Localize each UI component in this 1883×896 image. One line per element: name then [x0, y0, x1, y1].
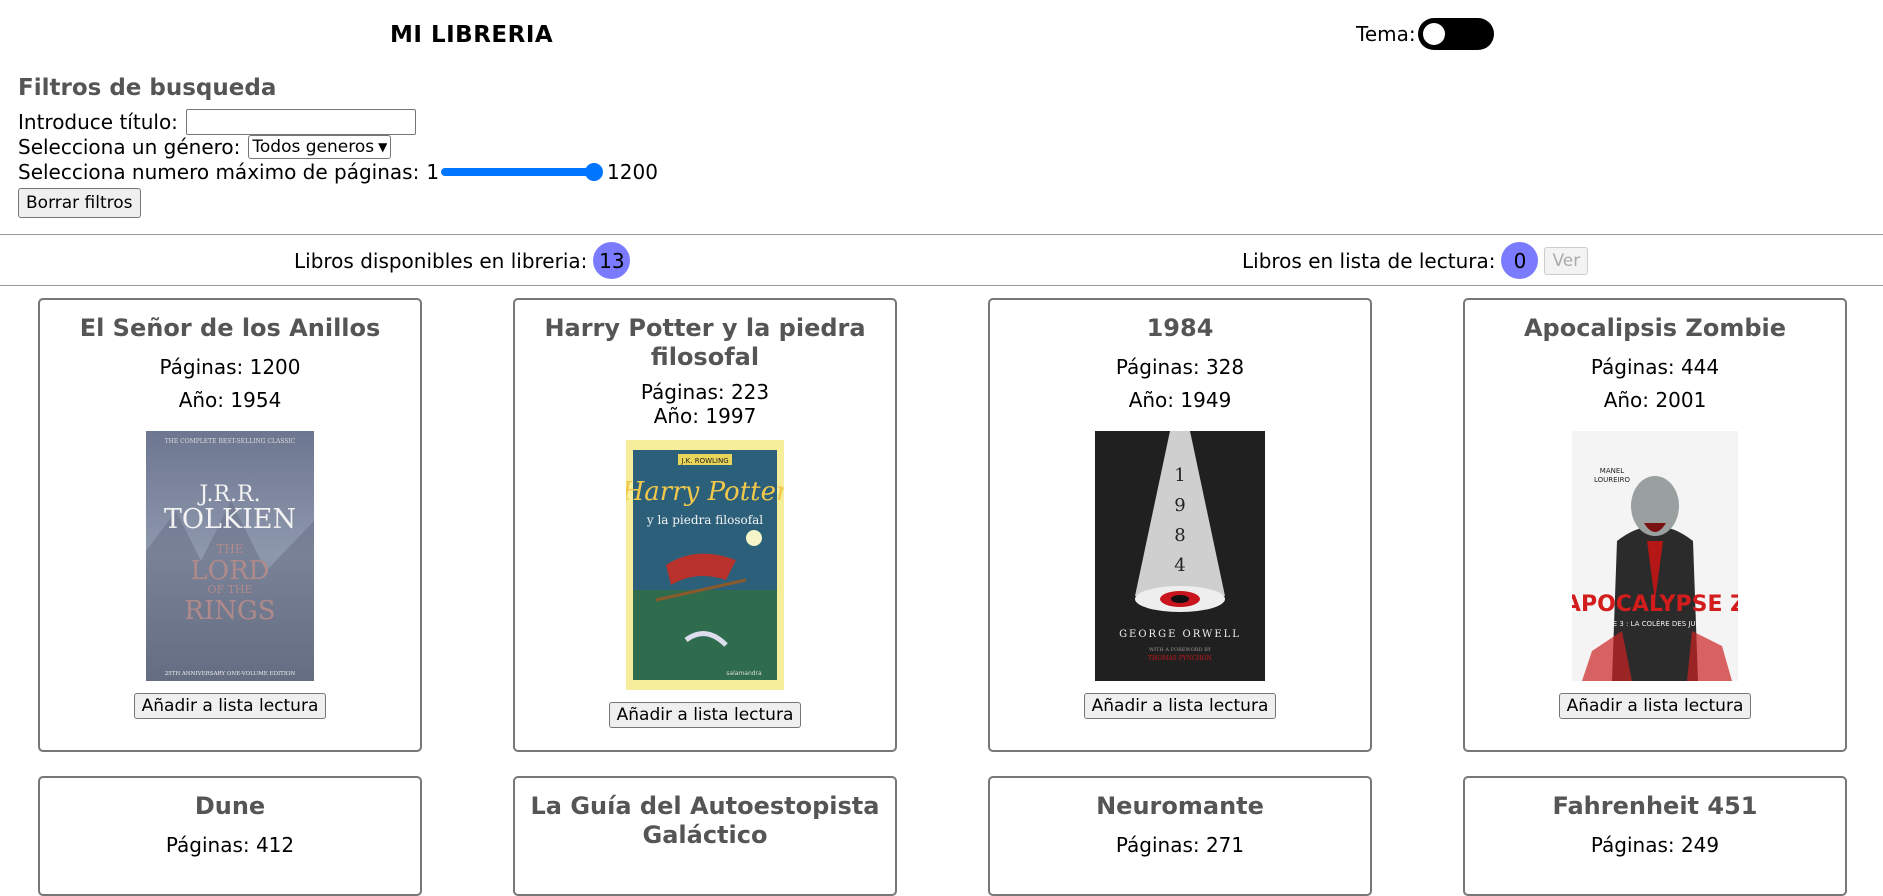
- book-card: Fahrenheit 451 Páginas: 249: [1463, 776, 1847, 896]
- svg-text:TOLKIEN: TOLKIEN: [164, 504, 296, 535]
- book-pages: Páginas: 444: [1590, 355, 1720, 379]
- book-title: Dune: [194, 792, 266, 820]
- view-reading-list-button[interactable]: Ver: [1544, 246, 1589, 275]
- pages-max-label: 1200: [607, 159, 658, 184]
- theme-toggle[interactable]: [1417, 18, 1494, 50]
- genre-select[interactable]: Todos generos ▼: [248, 134, 392, 159]
- book-title: Apocalipsis Zombie: [1523, 314, 1787, 342]
- book-year: Año: 1954: [178, 388, 282, 412]
- book-pages: Páginas: 1200: [159, 355, 301, 379]
- theme-control: Tema:: [1356, 18, 1494, 50]
- svg-text:J.K. ROWLING: J.K. ROWLING: [680, 457, 728, 465]
- svg-text:y la piedra filosofal: y la piedra filosofal: [646, 513, 763, 527]
- book-title: El Señor de los Anillos: [79, 314, 381, 342]
- add-to-reading-list-button[interactable]: Añadir a lista lectura: [1083, 693, 1277, 719]
- counters-bar: Libros disponibles en libreria: 13 Libro…: [0, 234, 1883, 286]
- svg-text:RINGS: RINGS: [184, 596, 275, 626]
- svg-text:25TH ANNIVERSARY ONE-VOLUME ED: 25TH ANNIVERSARY ONE-VOLUME EDITION: [165, 671, 296, 677]
- book-card: La Guía del Autoestopista Galáctico: [513, 776, 897, 896]
- app-header: MI LIBRERIA Tema:: [0, 0, 1883, 60]
- reading-count-badge: 0: [1501, 242, 1539, 279]
- genre-filter-label: Selecciona un género:: [18, 134, 241, 159]
- genre-selected-value: Todos generos: [252, 136, 375, 157]
- svg-text:OF THE: OF THE: [207, 583, 252, 596]
- book-pages: Páginas: 412: [165, 833, 295, 857]
- add-to-reading-list-button[interactable]: Añadir a lista lectura: [1558, 693, 1752, 719]
- book-title: 1984: [1146, 314, 1214, 342]
- book-cover-image: 1 9 8 4 GEORGE ORWELL WITH A FOREWORD BY…: [1095, 431, 1265, 681]
- book-pages: Páginas: 249: [1590, 833, 1720, 857]
- svg-text:THE: THE: [216, 542, 243, 556]
- reading-list-counter: Libros en lista de lectura: 0 Ver: [1242, 242, 1589, 279]
- book-cover-image: J.K. ROWLING Harry Potter y la piedra fi…: [626, 440, 784, 690]
- pages-filter-row: Selecciona numero máximo de páginas: 1 1…: [18, 159, 1883, 184]
- svg-text:4: 4: [1174, 555, 1185, 576]
- pages-slider[interactable]: [441, 162, 604, 181]
- toggle-knob: [1422, 23, 1445, 45]
- svg-text:9: 9: [1174, 495, 1185, 516]
- svg-text:MANEL: MANEL: [1600, 467, 1624, 475]
- book-pages: Páginas: 223: [640, 380, 770, 404]
- book-pages: Páginas: 328: [1115, 355, 1245, 379]
- svg-text:8: 8: [1174, 525, 1185, 546]
- svg-text:THE COMPLETE BEST-SELLING CLAS: THE COMPLETE BEST-SELLING CLASSIC: [165, 438, 296, 445]
- reading-list-label: Libros en lista de lectura:: [1242, 248, 1496, 273]
- chevron-down-icon: ▼: [378, 139, 388, 154]
- svg-text:THOMAS PYNCHON: THOMAS PYNCHON: [1148, 655, 1212, 662]
- svg-text:LOUREIRO: LOUREIRO: [1594, 476, 1630, 484]
- svg-text:salamandra: salamandra: [726, 670, 762, 677]
- theme-label: Tema:: [1356, 22, 1416, 46]
- genre-filter-row: Selecciona un género: Todos generos ▼: [18, 134, 1883, 159]
- available-count-badge: 13: [593, 242, 631, 279]
- add-to-reading-list-button[interactable]: Añadir a lista lectura: [608, 702, 802, 728]
- title-filter-label: Introduce título:: [18, 109, 178, 134]
- available-counter: Libros disponibles en libreria: 13: [294, 242, 631, 279]
- available-label: Libros disponibles en libreria:: [294, 248, 588, 273]
- svg-text:1: 1: [1174, 465, 1185, 486]
- book-card: Harry Potter y la piedra filosofal Págin…: [513, 298, 897, 752]
- svg-text:APOCALYPSE Z: APOCALYPSE Z: [1572, 592, 1738, 617]
- svg-text:LORD: LORD: [190, 556, 269, 586]
- book-cover-image: THE COMPLETE BEST-SELLING CLASSIC J.R.R.…: [146, 431, 314, 681]
- book-year: Año: 1997: [653, 404, 757, 428]
- svg-text:Harry Potter: Harry Potter: [626, 477, 784, 507]
- app-title: MI LIBRERIA: [390, 22, 554, 48]
- book-card: El Señor de los Anillos Páginas: 1200 Añ…: [38, 298, 422, 752]
- title-filter-row: Introduce título:: [18, 108, 1883, 135]
- book-title: Harry Potter y la piedra filosofal: [544, 314, 866, 371]
- book-pages: Páginas: 271: [1115, 833, 1245, 857]
- book-card: Dune Páginas: 412: [38, 776, 422, 896]
- svg-text:TOME 3 : LA COLÈRE DES JUSTES: TOME 3 : LA COLÈRE DES JUSTES: [1596, 619, 1714, 628]
- clear-filters-button[interactable]: Borrar filtros: [18, 188, 141, 218]
- book-year: Año: 1949: [1128, 388, 1232, 412]
- title-input[interactable]: [185, 108, 416, 135]
- book-title: Neuromante: [1096, 792, 1264, 820]
- add-to-reading-list-button[interactable]: Añadir a lista lectura: [133, 693, 327, 719]
- book-title: Fahrenheit 451: [1552, 792, 1758, 820]
- filters-heading: Filtros de busqueda: [18, 75, 277, 101]
- book-card: Apocalipsis Zombie Páginas: 444 Año: 200…: [1463, 298, 1847, 752]
- book-card: 1984 Páginas: 328 Año: 1949 1 9 8 4 GEOR…: [988, 298, 1372, 752]
- pages-slider-thumb[interactable]: [585, 162, 604, 181]
- pages-min-label: 1: [426, 159, 440, 184]
- book-year: Año: 2001: [1603, 388, 1707, 412]
- book-title: La Guía del Autoestopista Galáctico: [530, 792, 880, 849]
- pages-filter-label: Selecciona numero máximo de páginas:: [18, 159, 420, 184]
- svg-text:WITH A FOREWORD BY: WITH A FOREWORD BY: [1149, 647, 1212, 653]
- pages-slider-group: 1 1200: [419, 160, 658, 184]
- book-cover-image: MANEL LOUREIRO APOCALYPSE Z TOME 3 : LA …: [1572, 431, 1738, 681]
- book-card: Neuromante Páginas: 271: [988, 776, 1372, 896]
- search-filters: Filtros de busqueda Introduce título: Se…: [0, 75, 1883, 218]
- svg-text:GEORGE ORWELL: GEORGE ORWELL: [1119, 629, 1241, 640]
